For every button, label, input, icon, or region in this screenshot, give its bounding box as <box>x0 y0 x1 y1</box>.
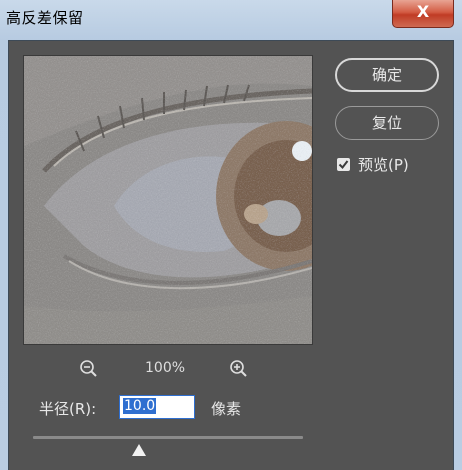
radius-input[interactable]: 10.0 <box>119 395 195 419</box>
close-button[interactable]: X <box>392 0 454 28</box>
radius-label: 半径(R): <box>39 400 97 418</box>
dialog-body: 确定 复位 预览(P) 100% 半径(R): 10.0 像素 <box>8 40 454 470</box>
radius-slider-track[interactable] <box>33 436 303 439</box>
ok-button[interactable]: 确定 <box>335 58 439 92</box>
zoom-in-icon[interactable] <box>229 359 249 383</box>
zoom-out-icon[interactable] <box>79 359 99 383</box>
preview-label: 预览(P) <box>358 156 409 174</box>
preview-checkbox[interactable] <box>337 158 350 171</box>
zoom-controls: 100% <box>79 359 269 379</box>
preview-image[interactable] <box>23 55 313 345</box>
radius-unit: 像素 <box>211 400 242 418</box>
reset-button[interactable]: 复位 <box>335 106 439 140</box>
title-bar[interactable]: 高反差保留 X <box>0 0 462 40</box>
dialog-window: 高反差保留 X 确定 复位 预览(P) 100% 半径(R): 10.0 像素 <box>0 0 462 470</box>
checkmark-icon <box>338 160 349 170</box>
dialog-title: 高反差保留 <box>6 9 84 27</box>
radius-value: 10.0 <box>123 398 157 414</box>
radius-slider-thumb[interactable] <box>131 442 147 456</box>
preview-checkbox-row[interactable]: 预览(P) <box>337 154 409 175</box>
zoom-level: 100% <box>145 360 186 376</box>
